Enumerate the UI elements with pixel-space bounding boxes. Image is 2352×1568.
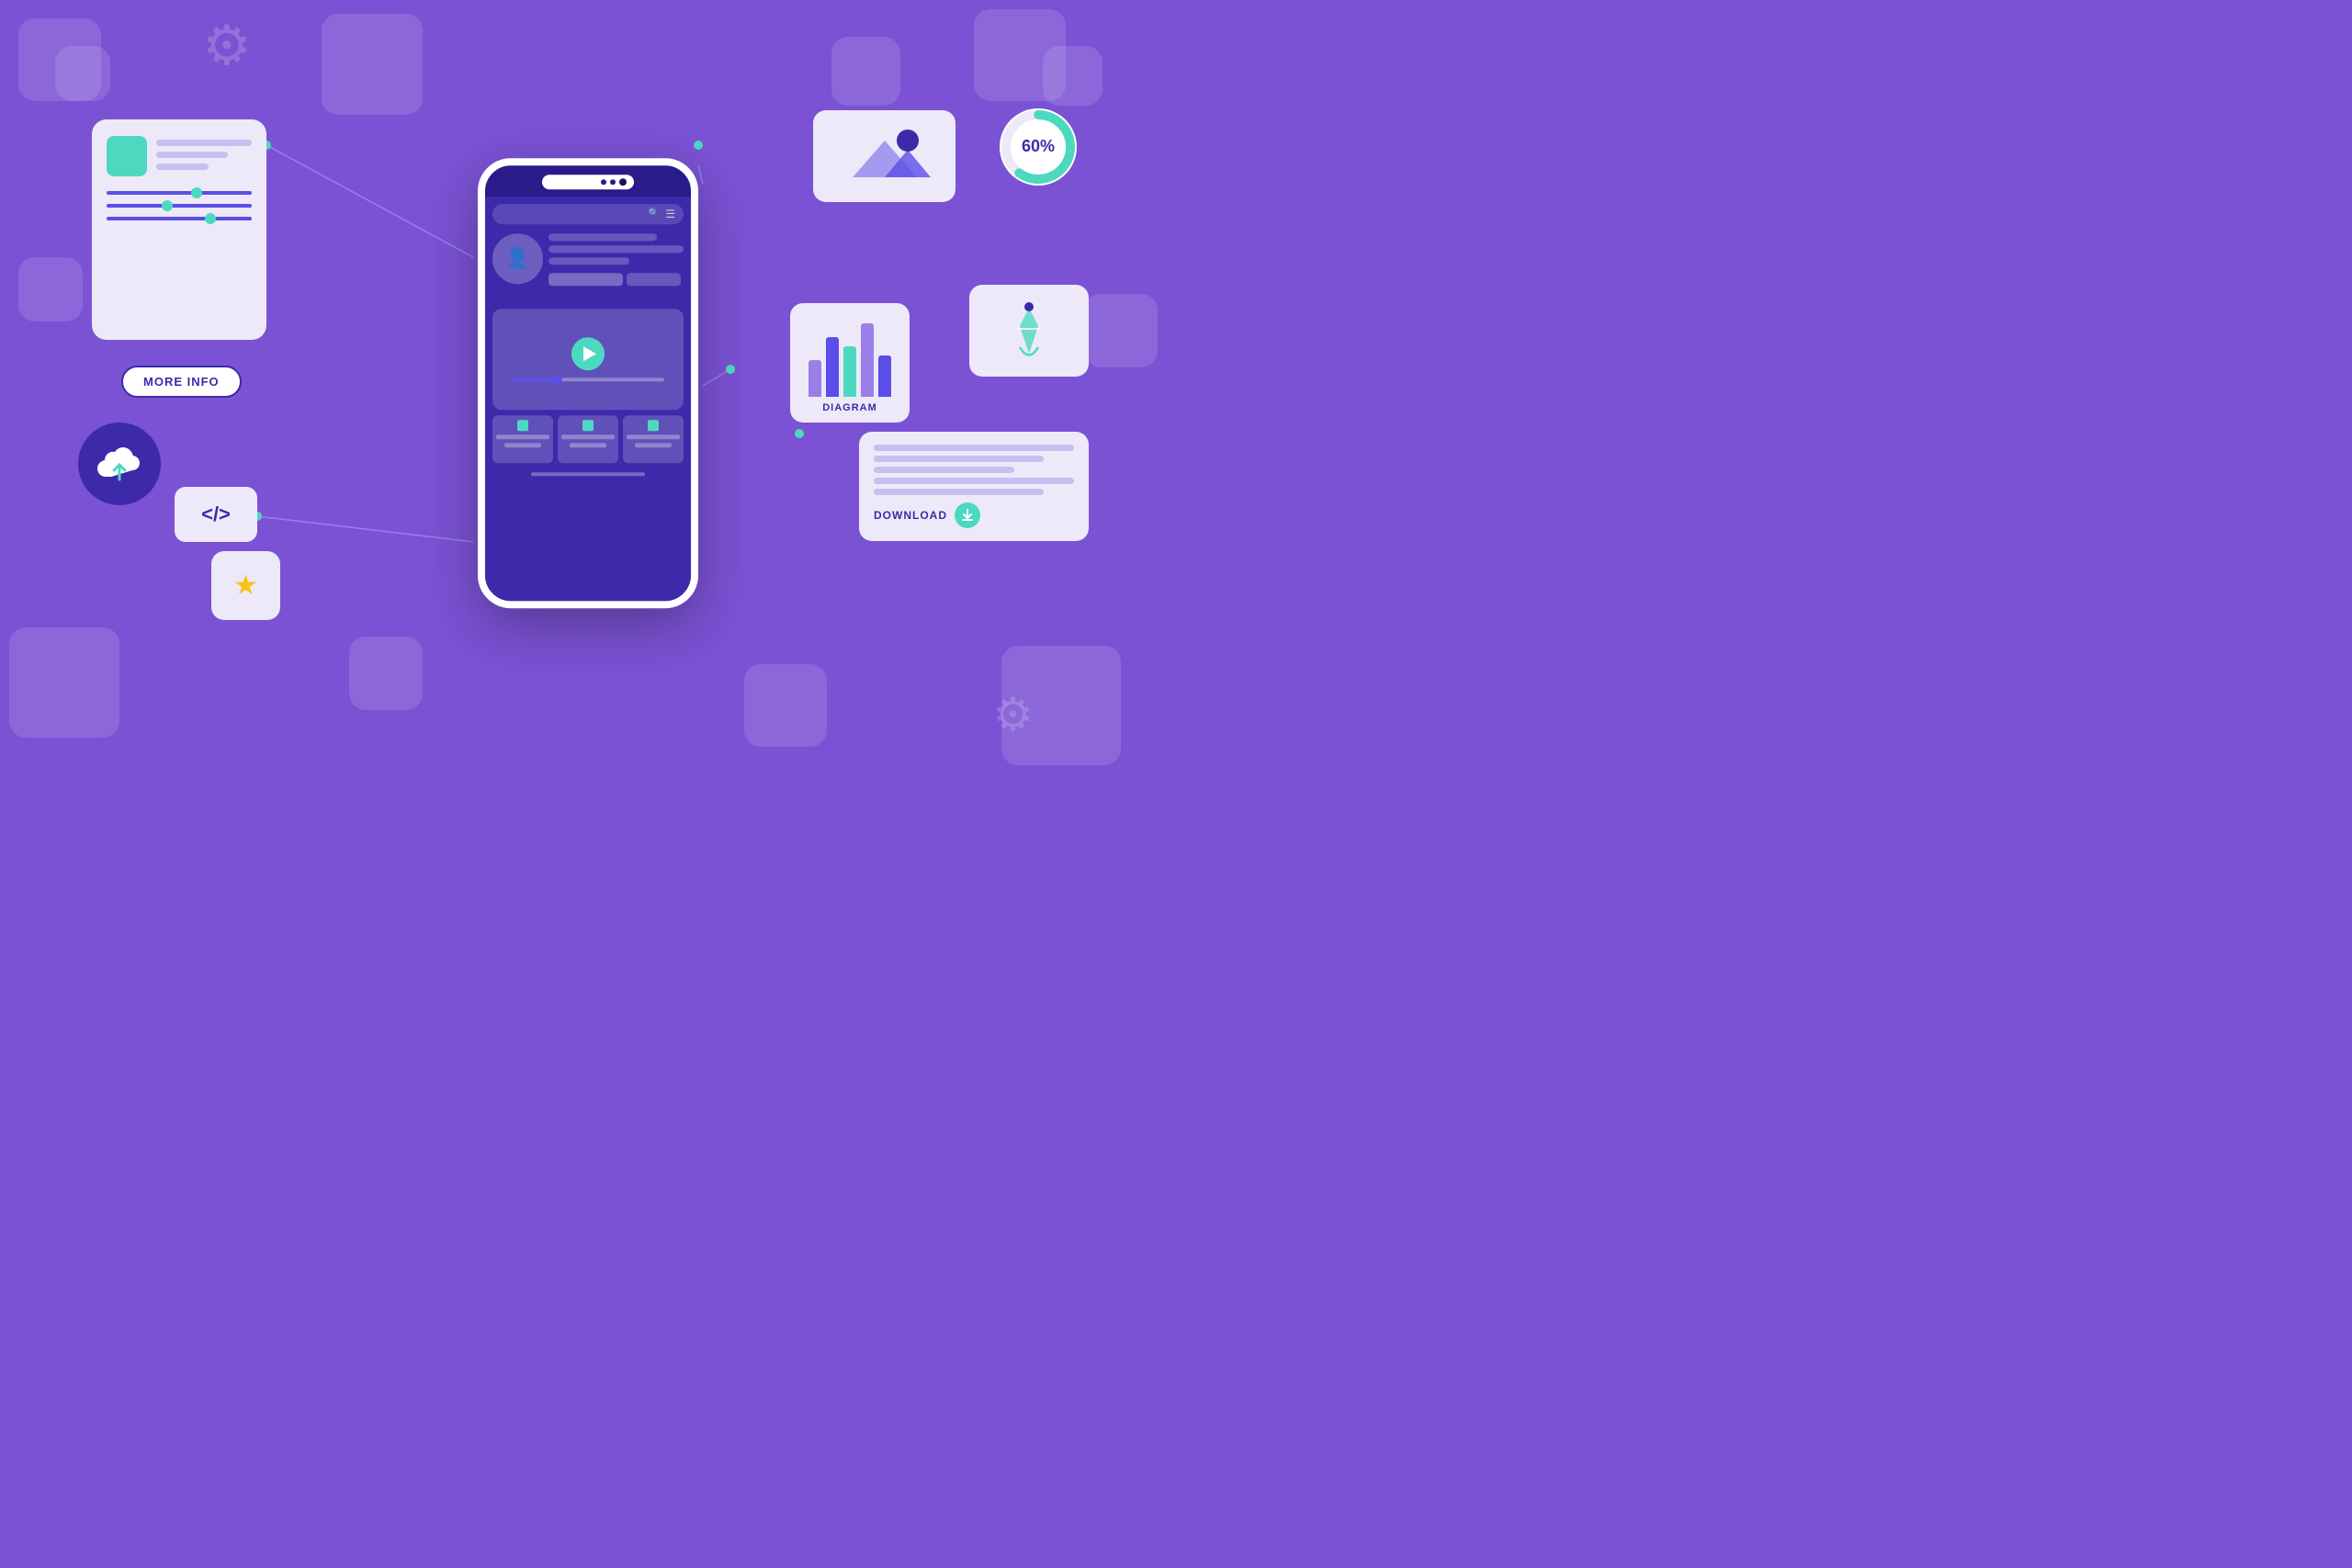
phone-profile-section: 👤 (492, 230, 684, 303)
card-icon-3 (648, 420, 659, 431)
cloud-upload-icon (97, 445, 141, 483)
bg-square-3 (322, 14, 423, 115)
card-line-2 (504, 443, 542, 447)
image-card (813, 110, 956, 202)
donut-label: 60% (1022, 137, 1055, 155)
diagram-label: DIAGRAM (822, 402, 877, 413)
download-button-row: DOWNLOAD (874, 502, 1074, 528)
phone-progress-bar (512, 378, 664, 381)
download-label: DOWNLOAD (874, 509, 947, 522)
phone-progress-fill (512, 378, 558, 381)
phone-profile-lines (548, 230, 684, 303)
gear-icon-1: ⚙ (202, 18, 252, 73)
cloud-upload-circle (78, 423, 161, 505)
slider-3 (107, 217, 252, 220)
card-line-4 (570, 443, 607, 447)
donut-chart: 60% (992, 101, 1084, 193)
diagram-card: DIAGRAM (790, 303, 910, 423)
star-icon: ★ (233, 570, 258, 602)
bar-2 (826, 337, 839, 397)
bar-3 (843, 346, 856, 397)
star-badge: ★ (211, 551, 280, 620)
card-icon-2 (582, 420, 594, 431)
gear-icon-2: ⚙ (992, 692, 1034, 738)
download-card: DOWNLOAD (859, 432, 1089, 541)
download-line-5 (874, 489, 1044, 495)
phone-search-bar: 🔍 ☰ (492, 204, 684, 224)
card-line-3 (561, 434, 615, 439)
bg-square-7 (9, 627, 119, 738)
image-card-svg (834, 122, 935, 191)
slider-handle-1 (191, 187, 202, 198)
settings-thumb (107, 136, 147, 176)
phone-card-1 (492, 415, 553, 463)
slider-track-3 (107, 217, 252, 220)
profile-line-1 (548, 233, 657, 241)
code-tag: </> (175, 487, 257, 542)
notch-dot-2 (610, 179, 616, 185)
phone-avatar-icon: 👤 (505, 246, 530, 270)
bg-square-6 (1043, 46, 1102, 106)
phone-menu-icon: ☰ (665, 208, 676, 220)
card-line-5 (627, 434, 680, 439)
download-icon[interactable] (955, 502, 980, 528)
bg-square-11 (18, 257, 83, 321)
profile-btn-group (548, 273, 684, 286)
card-icon-1 (517, 420, 528, 431)
slider-track-2 (107, 204, 252, 208)
slider-1 (107, 191, 252, 195)
settings-top (107, 136, 252, 176)
phone: 🔍 ☰ 👤 (478, 158, 698, 608)
phone-notch (542, 175, 634, 189)
phone-card-2 (558, 415, 618, 463)
download-line-2 (874, 456, 1044, 462)
design-card (969, 285, 1089, 377)
download-line-3 (874, 467, 1014, 473)
profile-line-3 (548, 257, 629, 265)
slider-2 (107, 204, 252, 208)
bar-1 (808, 360, 821, 397)
notch-camera (619, 178, 627, 186)
slider-handle-2 (162, 200, 173, 211)
settings-line-2 (156, 152, 228, 158)
code-tag-text: </> (201, 502, 231, 526)
download-arrow-icon (961, 509, 974, 522)
more-info-button[interactable]: MORE INFO (121, 366, 242, 398)
bg-square-4 (831, 37, 900, 106)
bar-chart (808, 333, 891, 397)
card-line-6 (635, 443, 673, 447)
play-triangle-icon (583, 346, 596, 361)
phone-bottom-bar (531, 472, 646, 476)
settings-panel (92, 119, 266, 340)
design-tool-svg (988, 294, 1070, 367)
phone-cards-grid (492, 415, 684, 463)
profile-btn-2 (627, 273, 681, 286)
phone-search-icon: 🔍 (649, 209, 660, 219)
download-lines-group (874, 445, 1074, 495)
phone-avatar: 👤 (492, 233, 543, 284)
phone-card-3 (623, 415, 684, 463)
bar-4 (861, 323, 874, 397)
phone-video-section (492, 309, 684, 410)
bg-square-12 (1084, 294, 1158, 367)
settings-line-1 (156, 140, 252, 146)
phone-screen: 🔍 ☰ 👤 (485, 197, 691, 601)
phone-progress-dot (553, 375, 562, 384)
settings-line-3 (156, 164, 209, 170)
slider-handle-3 (205, 213, 216, 224)
bg-square-9 (744, 664, 827, 747)
profile-line-2 (548, 245, 684, 253)
donut-svg: 60% (992, 101, 1084, 193)
download-line-4 (874, 478, 1074, 484)
bar-5 (878, 355, 891, 397)
download-line-1 (874, 445, 1074, 451)
bg-square-8 (349, 637, 423, 710)
profile-btn-1 (548, 273, 623, 286)
bg-square-2 (55, 46, 110, 101)
phone-play-button[interactable] (571, 337, 605, 370)
notch-dot-1 (601, 179, 606, 185)
card-line-1 (496, 434, 549, 439)
slider-track-1 (107, 191, 252, 195)
settings-lines (156, 136, 252, 176)
